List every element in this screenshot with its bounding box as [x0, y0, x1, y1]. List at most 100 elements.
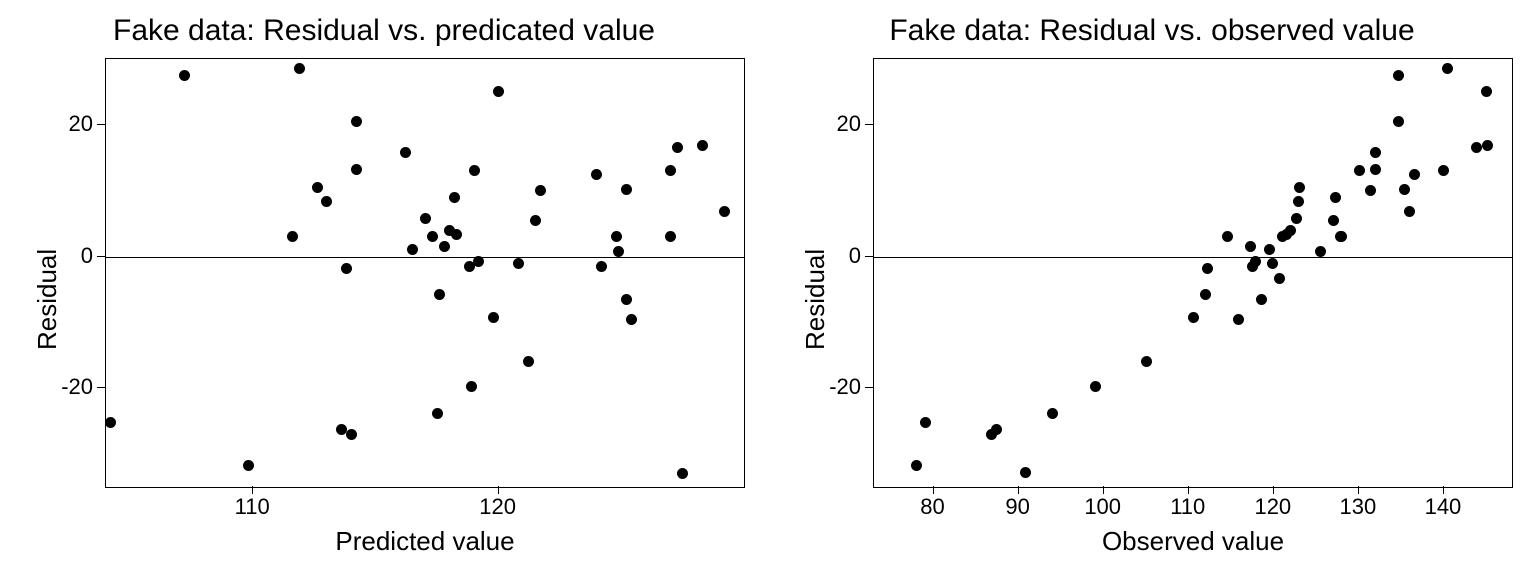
data-point [513, 258, 524, 269]
x-tick-mark [1018, 486, 1019, 494]
x-tick-mark [1443, 486, 1444, 494]
chart-pair: Fake data: Residual vs. predicated value… [0, 0, 1536, 576]
xlabel-right: Observed value [873, 526, 1513, 557]
data-point [1200, 289, 1211, 300]
data-point [1264, 244, 1275, 255]
x-tick-label: 120 [1243, 494, 1303, 520]
data-point [596, 261, 607, 272]
data-point [179, 70, 190, 81]
data-point [1409, 169, 1420, 180]
y-tick-label: -20 [33, 375, 93, 399]
data-point [991, 424, 1002, 435]
data-point [672, 142, 683, 153]
data-point [439, 241, 450, 252]
y-tick-label: 0 [33, 244, 93, 268]
data-point [1202, 263, 1213, 274]
data-point [523, 356, 534, 367]
data-point [321, 196, 332, 207]
data-point [1294, 182, 1305, 193]
data-point [243, 460, 254, 471]
data-point [473, 256, 484, 267]
data-point [1438, 165, 1449, 176]
data-point [1293, 196, 1304, 207]
data-point [1222, 231, 1233, 242]
x-tick-mark [1358, 486, 1359, 494]
data-point [488, 312, 499, 323]
y-tick-mark [865, 124, 873, 125]
data-point [434, 289, 445, 300]
data-point [351, 164, 362, 175]
data-point [697, 140, 708, 151]
x-tick-mark [252, 486, 253, 494]
x-tick-label: 80 [903, 494, 963, 520]
y-tick-label: 0 [801, 244, 861, 268]
data-point [1442, 63, 1453, 74]
data-point [469, 165, 480, 176]
x-tick-mark [498, 486, 499, 494]
data-point [294, 63, 305, 74]
x-tick-label: 110 [222, 494, 282, 520]
data-point [1370, 147, 1381, 158]
data-point [621, 184, 632, 195]
zero-line [874, 257, 1512, 258]
y-tick-mark [865, 387, 873, 388]
data-point [665, 231, 676, 242]
data-point [920, 417, 931, 428]
data-point [449, 192, 460, 203]
data-point [626, 314, 637, 325]
data-point [407, 244, 418, 255]
data-point [911, 460, 922, 471]
data-point [400, 147, 411, 158]
yticks-right: -20 0 20 [801, 58, 873, 488]
data-point [1245, 241, 1256, 252]
data-point [427, 231, 438, 242]
data-point [287, 231, 298, 242]
data-point [1250, 256, 1261, 267]
title-right: Fake data: Residual vs. observed value [768, 14, 1536, 48]
data-point [621, 294, 632, 305]
data-point [341, 263, 352, 274]
data-point [613, 246, 624, 257]
data-point [1370, 164, 1381, 175]
y-tick-mark [97, 256, 105, 257]
data-point [1188, 312, 1199, 323]
data-point [1267, 258, 1278, 269]
y-tick-mark [865, 256, 873, 257]
plot-right [873, 58, 1513, 488]
x-tick-label: 120 [468, 494, 528, 520]
data-point [1020, 467, 1031, 478]
left-panel: Fake data: Residual vs. predicated value… [0, 0, 768, 576]
xlabel-left: Predicted value [105, 526, 745, 557]
data-point [432, 408, 443, 419]
data-point [1481, 86, 1492, 97]
x-tick-mark [1103, 486, 1104, 494]
x-tick-label: 140 [1413, 494, 1473, 520]
data-point [1482, 140, 1493, 151]
data-point [677, 468, 688, 479]
x-tick-label: 100 [1073, 494, 1133, 520]
title-left: Fake data: Residual vs. predicated value [0, 14, 768, 48]
data-point [466, 381, 477, 392]
x-tick-mark [933, 486, 934, 494]
data-point [105, 417, 116, 428]
y-tick-label: 20 [801, 112, 861, 136]
data-point [1047, 408, 1058, 419]
y-tick-label: -20 [801, 375, 861, 399]
zero-line [106, 257, 744, 258]
data-point [346, 429, 357, 440]
data-point [493, 86, 504, 97]
data-point [312, 182, 323, 193]
data-point [351, 116, 362, 127]
data-point [1471, 142, 1482, 153]
data-point [535, 185, 546, 196]
data-point [1354, 165, 1365, 176]
x-tick-label: 90 [988, 494, 1048, 520]
data-point [1256, 294, 1267, 305]
data-point [1365, 185, 1376, 196]
data-point [1141, 356, 1152, 367]
data-point [1274, 273, 1285, 284]
data-point [1336, 231, 1347, 242]
yticks-left: -20020 [33, 58, 105, 488]
plot-left-area [106, 59, 744, 487]
plot-left [105, 58, 745, 488]
